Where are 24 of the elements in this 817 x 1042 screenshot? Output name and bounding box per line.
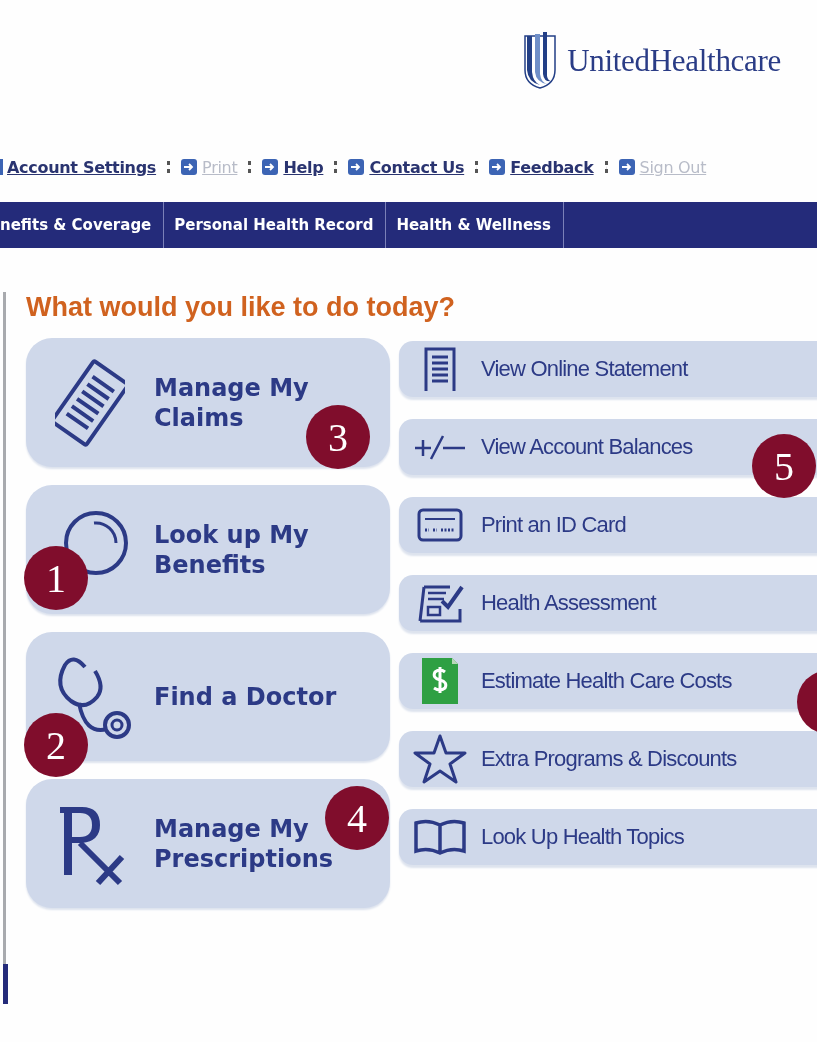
utility-link[interactable]: Help xyxy=(283,157,324,177)
quick-link[interactable]: Extra Programs & Discounts xyxy=(399,731,817,787)
utility-link[interactable]: Feedback xyxy=(510,157,594,177)
callout-badge: 5 xyxy=(752,434,816,498)
quick-link[interactable]: Look Up Health Topics xyxy=(399,809,817,865)
page-heading: What would you like to do today? xyxy=(26,292,456,324)
quick-link[interactable]: Print an ID Card xyxy=(399,497,817,553)
dollar-document-icon xyxy=(420,656,460,706)
nav-tab[interactable]: Personal Health Record xyxy=(164,202,387,248)
book-icon xyxy=(412,817,468,857)
quick-link[interactable]: Health Assessment xyxy=(399,575,817,631)
utility-link[interactable]: Contact Us xyxy=(369,157,465,177)
quick-link[interactable]: View Online Statement xyxy=(399,341,817,397)
brand-name: UnitedHealthcare xyxy=(567,43,781,79)
star-icon xyxy=(412,733,468,785)
quick-link[interactable]: Estimate Health Care Costs xyxy=(399,653,817,709)
document-icon xyxy=(422,345,458,393)
id-card-icon xyxy=(416,507,464,543)
document-icon xyxy=(55,357,125,448)
callout-badge: 2 xyxy=(24,713,88,777)
nav-tab[interactable]: Health & Wellness xyxy=(386,202,564,248)
shield-logo-icon xyxy=(523,32,558,90)
nav-tab[interactable]: nefits & Coverage xyxy=(0,202,165,248)
utility-link[interactable]: Account Settings xyxy=(7,157,157,177)
